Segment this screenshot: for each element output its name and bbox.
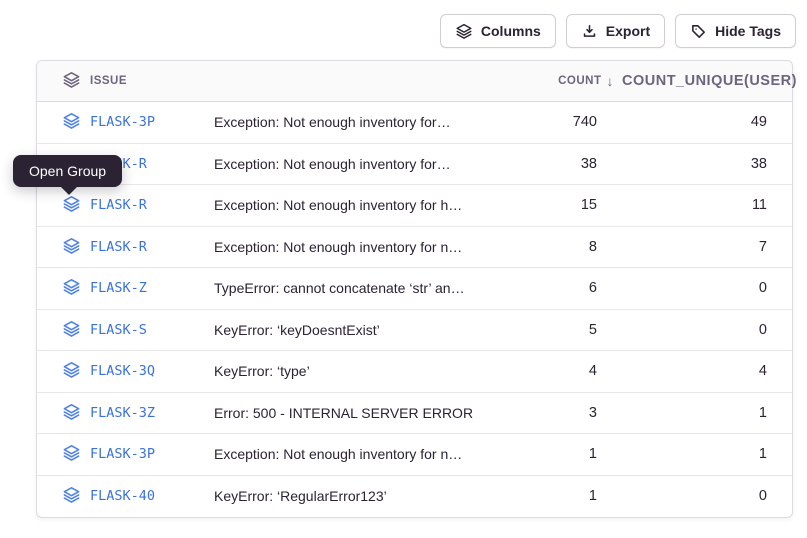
sort-descending-icon[interactable]: ↓ [607,73,615,89]
issue-link[interactable]: FLASK-3P [90,446,214,462]
count-value: 6 [477,280,622,296]
hide-tags-button[interactable]: Hide Tags [675,14,796,48]
download-icon [581,23,598,40]
table-row: FLASK-R Exception: Not enough inventory … [37,144,792,186]
toolbar: Columns Export Hide Tags [440,14,796,48]
issue-icon-cell [37,277,90,299]
results-table: ISSUE COUNT ↓ COUNT_UNIQUE(USER) FLASK-3… [36,60,793,518]
layers-icon [62,319,81,341]
count-value: 38 [477,156,622,172]
layers-icon [62,70,81,92]
issue-link[interactable]: FLASK-R [90,239,214,255]
issue-icon-cell [37,485,90,507]
issues-table-page: Columns Export Hide Tags [0,0,807,538]
table-header-row: ISSUE COUNT ↓ COUNT_UNIQUE(USER) [37,61,792,102]
layers-icon [62,111,81,133]
count-unique-value: 1 [622,446,792,462]
header-count[interactable]: COUNT ↓ [477,73,622,89]
issue-message: KeyError: ‘type’ [214,363,477,379]
tooltip-arrow [61,187,77,195]
open-group-tooltip: Open Group [13,155,122,187]
count-unique-value: 0 [622,280,792,296]
issue-message: Exception: Not enough inventory for n… [214,239,477,255]
layers-icon [62,236,81,258]
layers-icon [62,402,81,424]
table-row: FLASK-R Exception: Not enough inventory … [37,185,792,227]
count-unique-value: 4 [622,363,792,379]
issue-link[interactable]: FLASK-Z [90,280,214,296]
issue-link[interactable]: FLASK-40 [90,488,214,504]
issue-link[interactable]: FLASK-3P [90,114,214,130]
table-row: FLASK-S KeyError: ‘keyDoesntExist’ 5 0 [37,310,792,352]
header-issue-icon-cell [37,70,90,92]
count-value: 740 [477,114,622,130]
issue-icon-cell [37,443,90,465]
table-row: FLASK-R Exception: Not enough inventory … [37,227,792,269]
issue-message: Exception: Not enough inventory for n… [214,446,477,462]
issue-message: KeyError: ‘keyDoesntExist’ [214,322,477,338]
count-unique-value: 0 [622,322,792,338]
columns-button-label: Columns [481,23,541,39]
count-unique-value: 7 [622,239,792,255]
issue-message: Exception: Not enough inventory for… [214,114,477,130]
header-count-label: COUNT [558,75,601,87]
count-unique-value: 1 [622,405,792,421]
table-body: FLASK-3P Exception: Not enough inventory… [37,102,792,517]
issue-link[interactable]: FLASK-3Q [90,363,214,379]
hide-tags-button-label: Hide Tags [715,23,781,39]
issue-icon-cell [37,194,90,216]
layers-icon [62,277,81,299]
table-row: FLASK-40 KeyError: ‘RegularError123’ 1 0 [37,476,792,518]
issue-link[interactable]: FLASK-R [90,197,214,213]
columns-button[interactable]: Columns [440,14,556,48]
table-row: FLASK-3Q KeyError: ‘type’ 4 4 [37,351,792,393]
export-button-label: Export [606,23,650,39]
layers-icon [62,443,81,465]
issue-icon-cell [37,111,90,133]
table-row: FLASK-3P Exception: Not enough inventory… [37,434,792,476]
issue-icon-cell [37,236,90,258]
issue-link[interactable]: FLASK-3Z [90,405,214,421]
count-value: 4 [477,363,622,379]
count-unique-value: 0 [622,488,792,504]
issue-icon-cell [37,319,90,341]
count-value: 3 [477,405,622,421]
count-value: 8 [477,239,622,255]
table-row: FLASK-3Z Error: 500 - INTERNAL SERVER ER… [37,393,792,435]
count-value: 15 [477,197,622,213]
header-count-unique[interactable]: COUNT_UNIQUE(USER) [622,73,792,89]
layers-icon [62,194,81,216]
issue-icon-cell [37,360,90,382]
issue-message: Exception: Not enough inventory for… [214,156,477,172]
tag-icon [690,23,707,40]
issue-message: TypeError: cannot concatenate ‘str’ an… [214,280,477,296]
issue-link[interactable]: FLASK-S [90,322,214,338]
issue-icon-cell [37,402,90,424]
table-row: FLASK-Z TypeError: cannot concatenate ‘s… [37,268,792,310]
issue-message: Error: 500 - INTERNAL SERVER ERROR [214,405,477,421]
layers-icon [62,485,81,507]
count-unique-value: 49 [622,114,792,130]
count-value: 1 [477,446,622,462]
header-issue[interactable]: ISSUE [90,75,214,87]
count-unique-value: 11 [622,197,792,213]
count-value: 1 [477,488,622,504]
count-value: 5 [477,322,622,338]
export-button[interactable]: Export [566,14,665,48]
layers-icon [62,360,81,382]
issue-message: KeyError: ‘RegularError123’ [214,488,477,504]
table-row: FLASK-3P Exception: Not enough inventory… [37,102,792,144]
tooltip-label: Open Group [29,163,106,179]
issue-message: Exception: Not enough inventory for h… [214,197,477,213]
layers-icon [455,22,473,40]
count-unique-value: 38 [622,156,792,172]
